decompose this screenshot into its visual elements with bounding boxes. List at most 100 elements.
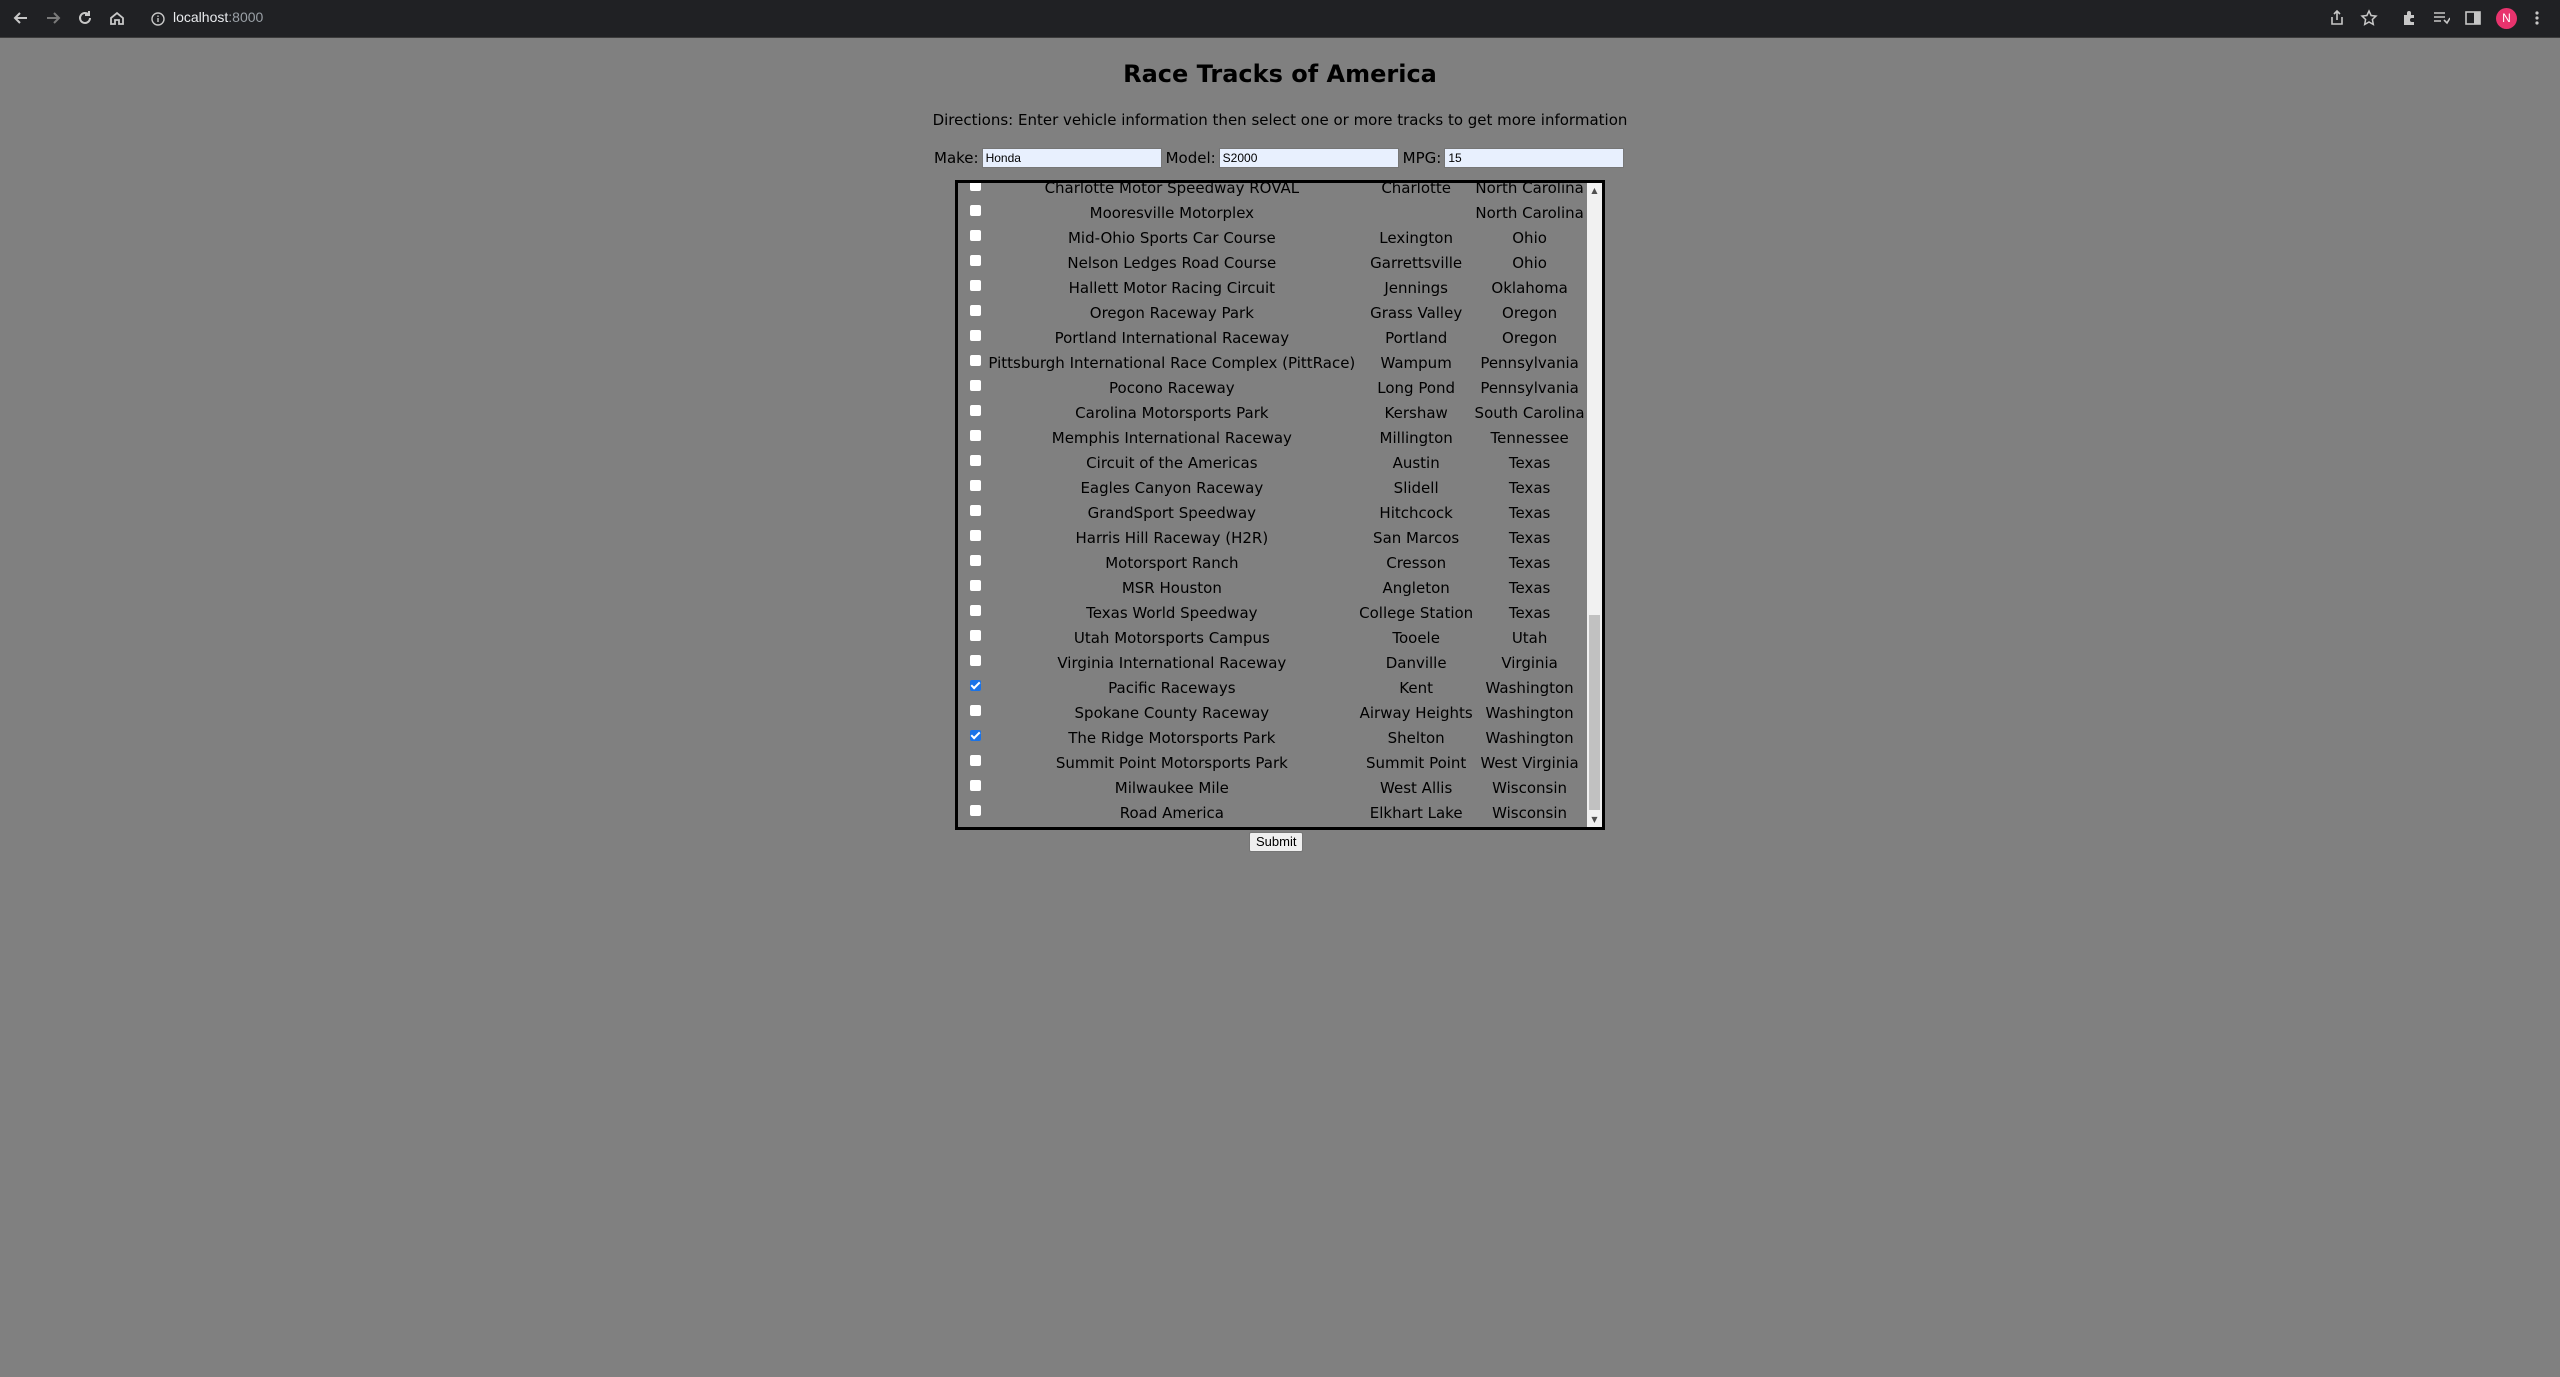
track-checkbox[interactable] [969,754,981,766]
model-input[interactable] [1218,148,1399,168]
track-checkbox-cell [958,800,985,825]
track-checkbox[interactable] [969,704,981,716]
track-state: Pennsylvania [1480,353,1579,372]
track-state: North Carolina [1475,180,1584,197]
scrollbar-thumb[interactable] [1589,615,1600,810]
reload-icon[interactable] [76,9,94,27]
track-checkbox[interactable] [969,529,981,541]
track-state: Texas [1508,478,1551,497]
track-checkbox[interactable] [969,804,981,816]
track-checkbox[interactable] [969,354,981,366]
track-city: Elkhart Lake [1369,803,1463,822]
track-checkbox[interactable] [969,629,981,641]
bookmark-star-icon[interactable] [2360,9,2378,27]
track-city: Jennings [1384,278,1448,297]
track-row: Motorsport Ranch Cresson Texas [958,550,1586,575]
side-panel-icon[interactable] [2464,9,2482,27]
track-checkbox[interactable] [969,204,981,216]
track-city [1359,200,1473,225]
track-checkbox-cell [958,300,985,325]
track-row: Memphis International Raceway Millington T… [958,425,1586,450]
track-checkbox[interactable] [969,279,981,291]
track-checkbox[interactable] [969,454,981,466]
track-state: Utah [1511,628,1548,647]
home-icon[interactable] [108,9,126,27]
track-checkbox[interactable] [969,579,981,591]
reading-list-icon[interactable] [2432,9,2450,27]
track-checkbox[interactable] [969,183,981,191]
track-name: Nelson Ledges Road Course [1067,253,1277,272]
track-checkbox[interactable] [969,404,981,416]
track-row: Portland International Raceway Portland Or… [958,325,1586,350]
track-checkbox-cell [958,775,985,800]
track-city: Wampum [1380,353,1452,372]
track-state: South Carolina [1474,403,1585,422]
more-menu-icon[interactable] [2528,9,2546,27]
track-checkbox-cell [958,725,985,750]
address-bar[interactable]: localhost:8000 [143,5,2503,32]
track-row: The Ridge Motorsports Park Shelton Washing… [958,725,1586,750]
scroll-up-arrow-icon[interactable]: ▲ [1587,183,1602,198]
track-checkbox-cell [958,525,985,550]
track-name: Carolina Motorsports Park [1075,403,1269,422]
track-checkbox[interactable] [969,779,981,791]
track-checkbox-cell [958,625,985,650]
track-name: Circuit of the Americas [1086,453,1258,472]
track-name: Pacific Raceways [1108,678,1236,697]
track-checkbox[interactable] [969,679,981,691]
track-name: Texas World Speedway [1086,603,1258,622]
vertical-scrollbar[interactable]: ▲ ▼ [1587,183,1602,827]
track-checkbox[interactable] [969,229,981,241]
track-checkbox[interactable] [969,654,981,666]
track-checkbox[interactable] [969,429,981,441]
track-state: Texas [1508,603,1551,622]
model-label: Model: [1165,149,1216,167]
track-city: Tooele [1392,628,1440,647]
track-city: Charlotte [1381,180,1451,197]
track-city: Portland [1385,328,1448,347]
track-city: Kershaw [1384,403,1448,422]
track-checkbox-cell [958,425,985,450]
track-city: Shelton [1387,728,1445,747]
track-checkbox[interactable] [969,379,981,391]
submit-button[interactable]: Submit [1249,832,1304,852]
extensions-icon[interactable] [2400,9,2418,27]
track-row: Pacific Raceways Kent Washington [958,675,1586,700]
track-city: San Marcos [1373,528,1460,547]
track-checkbox-cell [958,400,985,425]
track-city: Summit Point [1366,753,1467,772]
track-name: Hallett Motor Racing Circuit [1068,278,1276,297]
mpg-label: MPG: [1402,149,1442,167]
track-state: Oregon [1502,328,1558,347]
track-checkbox[interactable] [969,254,981,266]
track-name: Charlotte Motor Speedway ROVAL [1044,180,1300,197]
track-city: Airway Heights [1359,703,1473,722]
track-checkbox[interactable] [969,329,981,341]
track-checkbox[interactable] [969,729,981,741]
track-checkbox-cell [958,600,985,625]
track-checkbox[interactable] [969,604,981,616]
track-checkbox[interactable] [969,504,981,516]
track-checkbox-cell [958,700,985,725]
profile-avatar[interactable]: N [2496,8,2517,29]
track-row: Mooresville Motorplex North Carolina [958,200,1586,225]
track-checkbox[interactable] [969,479,981,491]
track-name: GrandSport Speedway [1087,503,1257,522]
track-checkbox[interactable] [969,304,981,316]
share-icon[interactable] [2328,9,2346,27]
track-checkbox-cell [958,650,985,675]
track-city: Kent [1399,678,1434,697]
mpg-input[interactable] [1444,148,1625,168]
track-row: GrandSport Speedway Hitchcock Texas [958,500,1586,525]
track-checkbox[interactable] [969,554,981,566]
tracks-scroll-box[interactable]: Charlotte Motor Speedway ROVAL Charlotte N… [955,180,1605,830]
track-row: Road America Elkhart Lake Wisconsin [958,800,1586,825]
back-arrow-icon[interactable] [12,9,30,27]
track-checkbox-cell [958,183,985,200]
site-info-icon[interactable] [151,11,165,26]
forward-arrow-icon[interactable] [44,9,62,27]
make-input[interactable] [981,148,1162,168]
scroll-down-arrow-icon[interactable]: ▼ [1587,812,1602,827]
make-label: Make: [934,149,979,167]
track-row: Harris Hill Raceway (H2R) San Marcos Texas [958,525,1586,550]
